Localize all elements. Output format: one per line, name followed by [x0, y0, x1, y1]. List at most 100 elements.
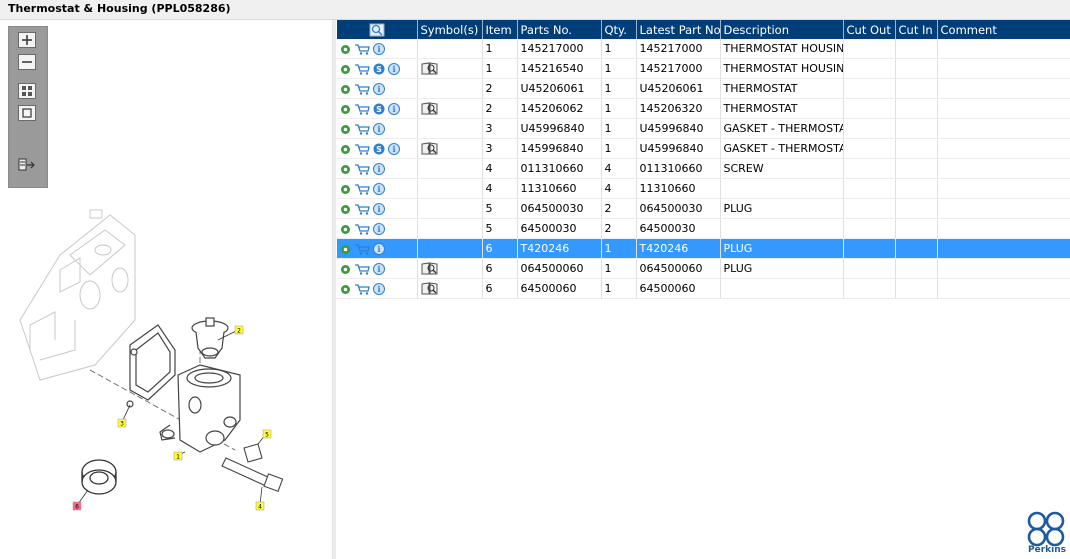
info-icon[interactable]: i — [388, 103, 400, 115]
column-header-qty[interactable]: Qty. — [601, 20, 637, 39]
comment-cell — [937, 218, 1070, 239]
cart-icon[interactable] — [354, 103, 370, 115]
gear-icon[interactable] — [340, 64, 351, 75]
zoom-out-button[interactable] — [18, 54, 36, 70]
svg-text:i: i — [377, 164, 380, 174]
table-row[interactable]: i 6 T420246 1 T420246 PLUG — [337, 238, 1070, 259]
column-header-latest-part-no[interactable]: Latest Part No. — [636, 20, 721, 39]
cart-icon[interactable] — [354, 63, 370, 75]
info-icon[interactable]: i — [373, 263, 385, 275]
info-icon[interactable]: i — [373, 163, 385, 175]
info-icon[interactable]: i — [373, 203, 385, 215]
gear-icon[interactable] — [340, 164, 351, 175]
fit-all-button[interactable] — [18, 83, 36, 99]
info-icon[interactable]: i — [388, 143, 400, 155]
table-row[interactable]: i 4 11310660 4 11310660 — [337, 178, 1070, 199]
parts-no-cell: T420246 — [517, 238, 602, 259]
info-icon[interactable]: i — [373, 243, 385, 255]
column-header-parts-no[interactable]: Parts No. — [517, 20, 602, 39]
cart-icon[interactable] — [354, 263, 370, 275]
gear-icon[interactable] — [340, 264, 351, 275]
row-actions: i — [337, 238, 418, 259]
logo-text: Perkins — [1028, 545, 1066, 555]
info-icon[interactable]: i — [388, 63, 400, 75]
table-row[interactable]: i 2 U45206061 1 U45206061 THERMOSTAT — [337, 78, 1070, 99]
fit-window-button[interactable] — [18, 105, 36, 121]
pane-splitter[interactable] — [333, 20, 336, 559]
book-symbol-icon[interactable] — [421, 142, 438, 155]
diagram-pane[interactable]: 1 2 3 4 5 6 — [0, 20, 333, 559]
info-icon[interactable]: i — [373, 43, 385, 55]
table-row[interactable]: Si 3 145996840 1 U45996840 GASKET - THERMOSTA… — [337, 138, 1070, 159]
info-icon[interactable]: i — [373, 283, 385, 295]
gear-icon[interactable] — [340, 84, 351, 95]
gear-icon[interactable] — [340, 244, 351, 255]
gear-icon[interactable] — [340, 224, 351, 235]
table-row[interactable]: i 6 064500060 1 064500060 PLUG — [337, 258, 1070, 279]
supersession-icon[interactable]: S — [373, 143, 385, 155]
book-symbol-icon[interactable] — [421, 262, 438, 275]
gear-icon[interactable] — [340, 144, 351, 155]
column-header-item[interactable]: Item — [482, 20, 518, 39]
info-icon[interactable]: i — [373, 183, 385, 195]
info-icon[interactable]: i — [373, 123, 385, 135]
cart-icon[interactable] — [354, 243, 370, 255]
row-actions: i — [337, 78, 418, 99]
svg-text:i: i — [377, 244, 380, 254]
cut-out-cell — [843, 58, 896, 79]
parts-no-cell: 064500030 — [517, 198, 602, 219]
table-row[interactable]: i 5 064500030 2 064500030 PLUG — [337, 198, 1070, 219]
column-header-symbols[interactable]: Symbol(s) — [417, 20, 483, 39]
page-title: Thermostat & Housing (PPL058286) — [8, 2, 231, 15]
book-symbol-icon[interactable] — [421, 282, 438, 295]
description-cell — [720, 278, 844, 299]
cart-icon[interactable] — [354, 143, 370, 155]
column-header-comment[interactable]: Comment — [937, 20, 1070, 39]
gear-icon[interactable] — [340, 44, 351, 55]
cut-out-cell — [843, 158, 896, 179]
cart-icon[interactable] — [354, 123, 370, 135]
qty-cell: 1 — [601, 58, 637, 79]
book-symbol-icon[interactable] — [421, 102, 438, 115]
column-header-description[interactable]: Description — [720, 20, 844, 39]
table-row[interactable]: i 3 U45996840 1 U45996840 GASKET - THERMOSTAT — [337, 118, 1070, 139]
parts-no-cell: U45996840 — [517, 118, 602, 139]
parts-no-cell: 011310660 — [517, 158, 602, 179]
table-row[interactable]: i 6 64500060 1 64500060 — [337, 278, 1070, 299]
cart-icon[interactable] — [354, 183, 370, 195]
cart-icon[interactable] — [354, 83, 370, 95]
parts-no-cell: U45206061 — [517, 78, 602, 99]
gear-icon[interactable] — [340, 284, 351, 295]
item-cell: 6 — [482, 238, 518, 259]
column-header-cut-out[interactable]: Cut Out — [843, 20, 896, 39]
parts-no-cell: 145996840 — [517, 138, 602, 159]
cut-out-cell — [843, 98, 896, 119]
qty-cell: 2 — [601, 218, 637, 239]
table-row[interactable]: i 1 145217000 1 145217000 THERMOSTAT HOUSING — [337, 39, 1070, 59]
cart-icon[interactable] — [354, 203, 370, 215]
table-row[interactable]: i 4 011310660 4 011310660 SCREW — [337, 158, 1070, 179]
supersession-icon[interactable]: S — [373, 103, 385, 115]
symbols-cell — [417, 238, 483, 259]
info-icon[interactable]: i — [373, 223, 385, 235]
column-header-actions[interactable] — [337, 20, 418, 39]
column-header-cut-in[interactable]: Cut In — [895, 20, 938, 39]
info-icon[interactable]: i — [373, 83, 385, 95]
callout-5-label: 5 — [265, 432, 269, 439]
supersession-icon[interactable]: S — [373, 63, 385, 75]
gear-icon[interactable] — [340, 104, 351, 115]
cart-icon[interactable] — [354, 283, 370, 295]
table-row[interactable]: Si 2 145206062 1 145206320 THERMOSTAT — [337, 98, 1070, 119]
cart-icon[interactable] — [354, 163, 370, 175]
book-symbol-icon[interactable] — [421, 62, 438, 75]
table-row[interactable]: i 5 64500030 2 64500030 — [337, 218, 1070, 239]
cart-icon[interactable] — [354, 43, 370, 55]
table-header-row: Symbol(s) Item Parts No. Qty. Latest Par… — [337, 20, 1070, 39]
cart-icon[interactable] — [354, 223, 370, 235]
table-row[interactable]: Si 1 145216540 1 145217000 THERMOSTAT HOUSING — [337, 58, 1070, 79]
gear-icon[interactable] — [340, 204, 351, 215]
gear-icon[interactable] — [340, 124, 351, 135]
export-button[interactable] — [18, 157, 36, 173]
gear-icon[interactable] — [340, 184, 351, 195]
zoom-in-button[interactable] — [18, 32, 36, 48]
